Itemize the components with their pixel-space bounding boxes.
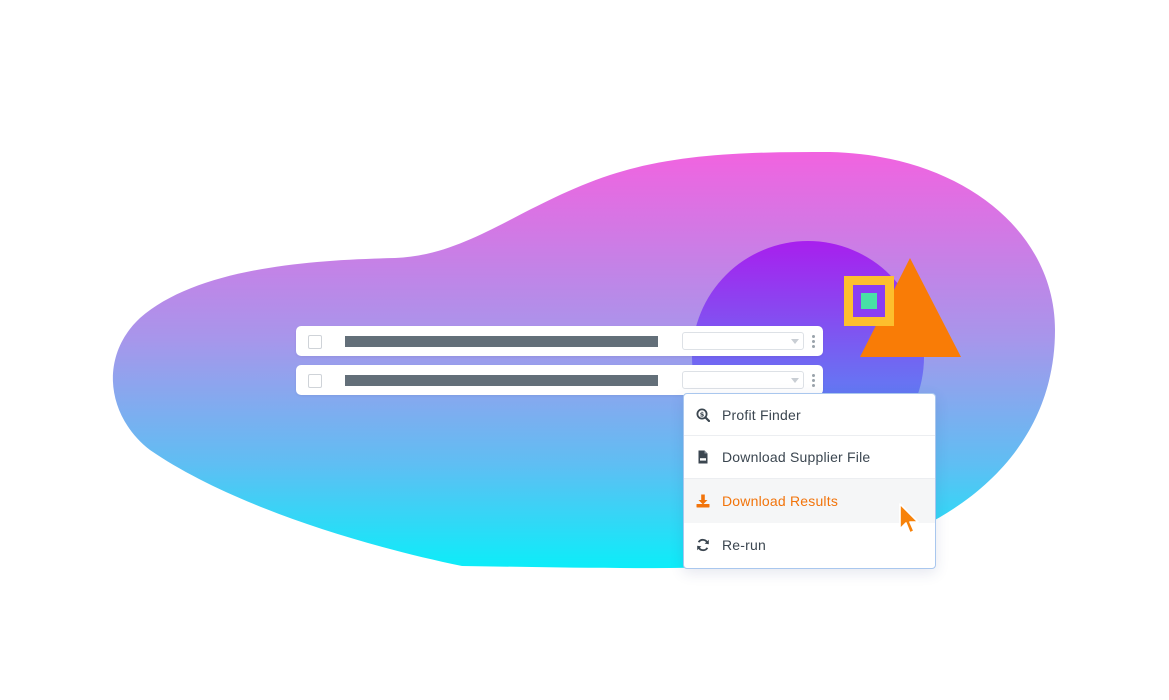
green-square [861, 293, 877, 309]
download-icon [696, 494, 710, 508]
row-checkbox[interactable] [308, 374, 322, 388]
kebab-menu-icon[interactable] [812, 335, 815, 348]
row-select[interactable] [682, 332, 804, 350]
row-name-placeholder [345, 336, 658, 347]
row-name-placeholder [345, 375, 658, 386]
menu-item-download-supplier-file[interactable]: Download Supplier File [684, 436, 935, 478]
mouse-pointer-icon [899, 503, 919, 534]
menu-item-label: Re-run [722, 537, 766, 553]
menu-item-label: Profit Finder [722, 407, 801, 423]
csv-file-icon [696, 450, 710, 464]
row-actions-menu: $ Profit Finder Download Supplier File D… [683, 393, 936, 569]
svg-text:$: $ [700, 410, 705, 418]
kebab-menu-icon[interactable] [812, 374, 815, 387]
row-select[interactable] [682, 371, 804, 389]
table-row[interactable] [296, 365, 823, 395]
chevron-down-icon [791, 378, 799, 383]
table-row[interactable] [296, 326, 823, 356]
row-checkbox[interactable] [308, 335, 322, 349]
menu-item-label: Download Results [722, 493, 839, 509]
chevron-down-icon [791, 339, 799, 344]
refresh-icon [696, 538, 710, 552]
menu-item-profit-finder[interactable]: $ Profit Finder [684, 394, 935, 436]
search-dollar-icon: $ [696, 408, 710, 422]
menu-item-label: Download Supplier File [722, 449, 871, 465]
